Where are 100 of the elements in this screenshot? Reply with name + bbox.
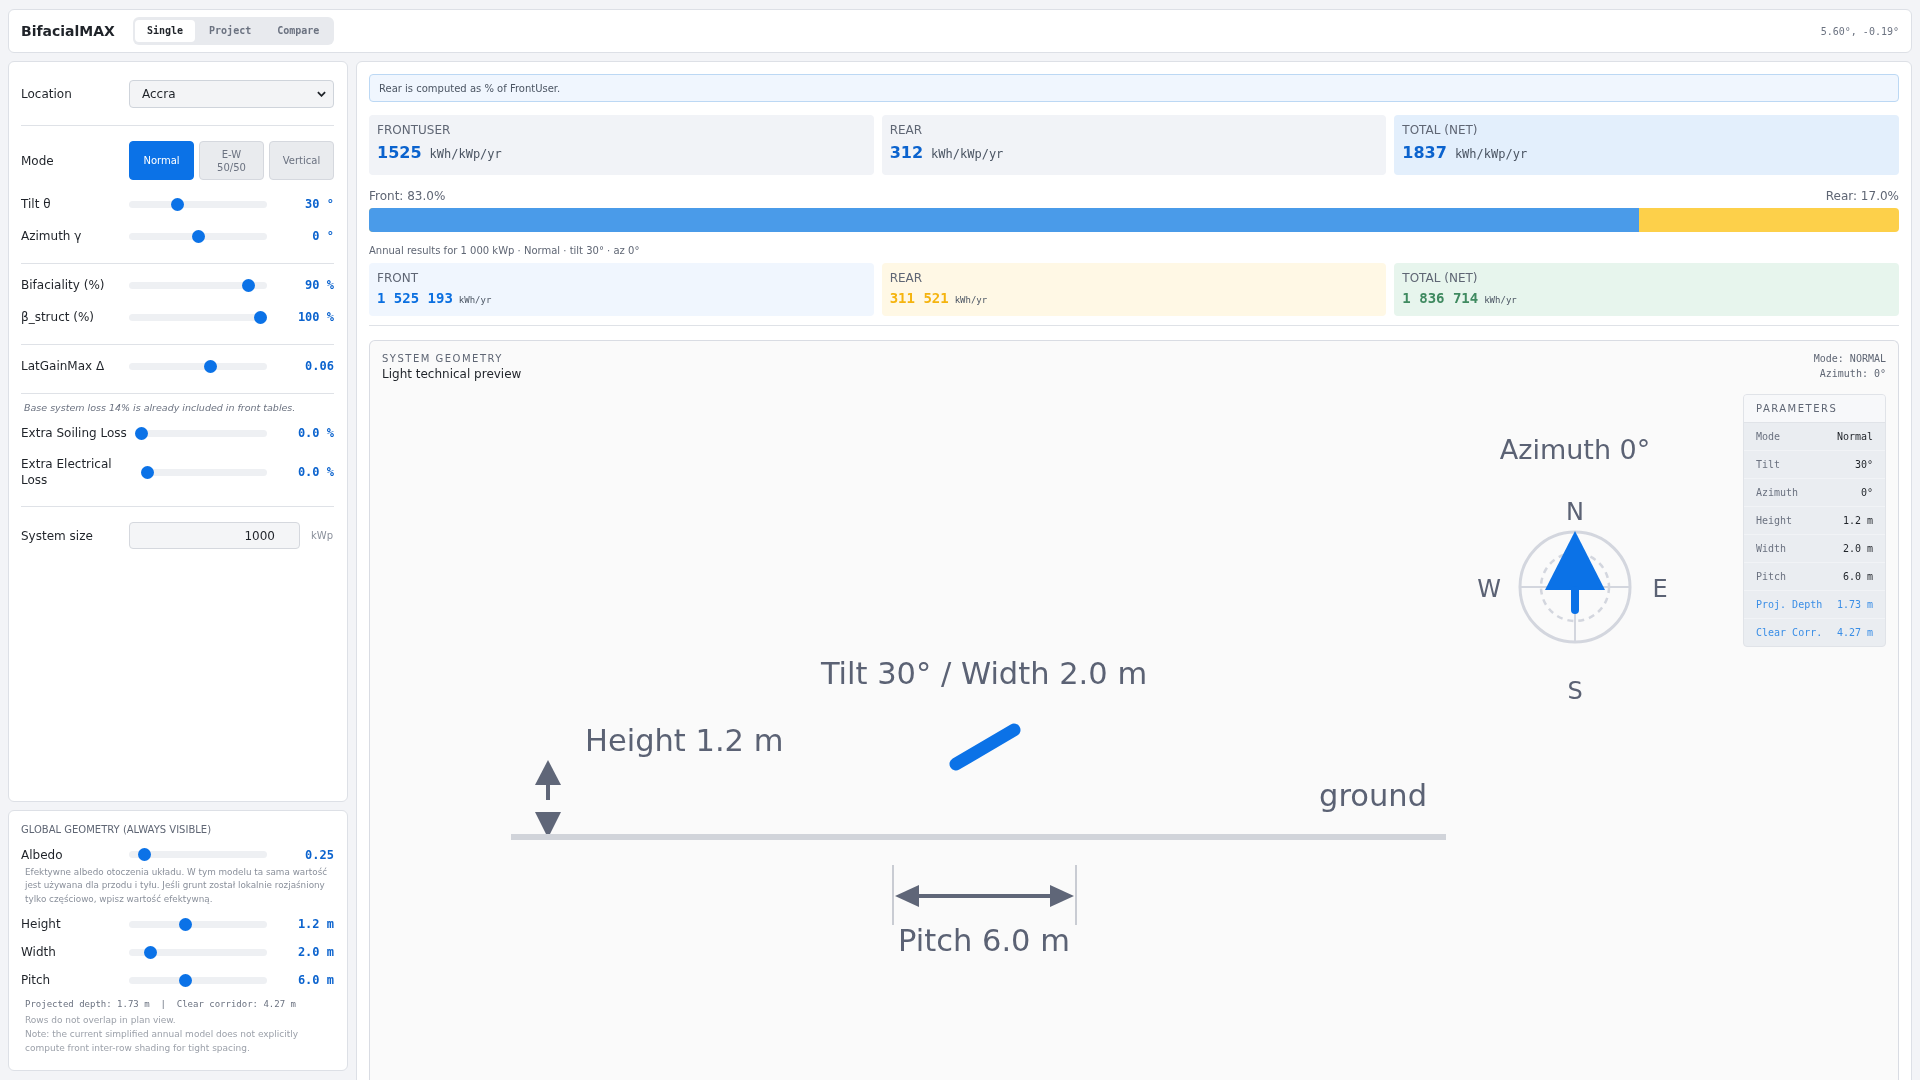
geometry-summary: Projected depth: 1.73 m | Clear corridor: 4.27 m bbox=[24, 998, 297, 1011]
parameter-name: Mode bbox=[1756, 431, 1781, 442]
parameter-value: Normal bbox=[1836, 431, 1873, 442]
slider-thumb[interactable] bbox=[134, 426, 148, 440]
compass-direction-label: S bbox=[1567, 677, 1583, 705]
slider-track[interactable] bbox=[129, 197, 267, 211]
slider-track[interactable] bbox=[129, 310, 267, 324]
slider-value: 0.06 bbox=[304, 359, 334, 373]
unit-label: kWh/yr bbox=[1484, 294, 1517, 307]
compass-direction-label: N bbox=[1566, 498, 1584, 526]
field-label: Width bbox=[21, 944, 57, 960]
field-label: Extra Soiling Loss bbox=[21, 425, 127, 441]
parameter-value: 1.2 m bbox=[1842, 515, 1873, 526]
system-size-input[interactable]: 1000 bbox=[129, 522, 300, 549]
field-label: Mode bbox=[21, 152, 55, 169]
parameter-name: Tilt bbox=[1756, 459, 1781, 470]
annual-value: 1 836 714 bbox=[1402, 289, 1479, 307]
mode-button[interactable]: Vertical bbox=[269, 141, 334, 180]
coordinates-text: 5.60°, -0.19° bbox=[1820, 25, 1899, 37]
unit-label: kWh/kWp/yr bbox=[931, 146, 1004, 163]
annual-caption: Annual results for 1 000 kWp · Normal · tilt 30° · az 0° bbox=[369, 244, 641, 258]
parameter-value: 2.0 m bbox=[1842, 543, 1873, 554]
mode-button[interactable]: E-W 50/50 bbox=[199, 141, 264, 180]
slider-thumb[interactable] bbox=[144, 945, 157, 959]
slider-value: 30 ° bbox=[304, 197, 334, 211]
slider-value: 0 ° bbox=[311, 229, 334, 243]
slider-value: 0.25 bbox=[304, 847, 334, 862]
field-label: System size bbox=[21, 527, 94, 544]
tilt-width-label: Tilt 30° / Width 2.0 m bbox=[820, 656, 1148, 691]
slider-thumb[interactable] bbox=[179, 917, 192, 931]
slider-thumb[interactable] bbox=[170, 197, 184, 211]
slider-thumb[interactable] bbox=[179, 973, 192, 987]
solar-panel-bar bbox=[949, 723, 1021, 771]
unit-label: kWh/kWp/yr bbox=[1454, 146, 1528, 163]
slider-track[interactable] bbox=[129, 917, 267, 931]
yield-value: 1525 bbox=[377, 143, 422, 163]
slider-value: 90 % bbox=[304, 278, 334, 292]
slider-thumb[interactable] bbox=[137, 848, 151, 861]
parameter-name: Azimuth bbox=[1756, 487, 1799, 498]
slider-thumb[interactable] bbox=[191, 229, 205, 243]
slider-thumb[interactable] bbox=[241, 278, 255, 292]
slider-value: 1.2 m bbox=[296, 917, 334, 931]
location-select[interactable]: Accra bbox=[129, 80, 334, 108]
unit-label: kWh/yr bbox=[954, 294, 988, 307]
slider-value: 0.0 % bbox=[296, 426, 334, 440]
view-tab[interactable]: Compare bbox=[265, 20, 332, 42]
field-label: Tilt θ bbox=[21, 196, 52, 212]
view-tab[interactable]: Single bbox=[134, 20, 196, 42]
height-label: Height 1.2 m bbox=[585, 723, 784, 758]
section-title: GLOBAL GEOMETRY (ALWAYS VISIBLE) bbox=[21, 823, 213, 836]
card-label: REAR bbox=[889, 123, 924, 137]
section-subtitle: Light technical preview bbox=[382, 367, 522, 381]
slider-track[interactable] bbox=[129, 973, 267, 987]
field-label: β_struct (%) bbox=[21, 309, 96, 325]
slider-track[interactable] bbox=[129, 229, 267, 243]
parameter-name: Height bbox=[1756, 515, 1793, 526]
yield-value: 312 bbox=[889, 143, 924, 163]
ground-label: ground bbox=[1319, 778, 1427, 813]
card-label: TOTAL (NET) bbox=[1402, 123, 1479, 137]
slider-track[interactable] bbox=[129, 848, 267, 861]
slider-track[interactable] bbox=[141, 465, 267, 479]
annual-value: 1 525 193 bbox=[377, 289, 453, 307]
field-label: LatGainMax Δ bbox=[21, 358, 106, 374]
slider-value: 2.0 m bbox=[296, 945, 334, 959]
parameter-value: 30° bbox=[1854, 459, 1873, 470]
chevron-icon bbox=[317, 91, 326, 97]
app-title: BifacialMAX bbox=[21, 23, 115, 39]
slider-track[interactable] bbox=[134, 426, 267, 440]
card-label: FRONTUSER bbox=[377, 123, 452, 137]
slider-track[interactable] bbox=[129, 278, 267, 292]
slider-thumb[interactable] bbox=[254, 310, 267, 324]
mode-button[interactable]: Normal bbox=[129, 141, 194, 180]
parameter-value: 1.73 m bbox=[1836, 599, 1873, 610]
field-label: Bifaciality (%) bbox=[21, 277, 106, 293]
rear-share-label: Rear: 17.0% bbox=[1825, 189, 1899, 203]
slider-thumb[interactable] bbox=[141, 465, 154, 479]
parameter-name: Proj. Depth bbox=[1756, 599, 1823, 610]
parameter-name: Width bbox=[1756, 543, 1787, 554]
azimuth-label: Azimuth 0° bbox=[1499, 434, 1651, 465]
parameter-name: Clear Corr. bbox=[1756, 627, 1823, 638]
unit-label: kWh/kWp/yr bbox=[429, 146, 502, 163]
compass-direction-label: E bbox=[1652, 575, 1668, 603]
overlap-status: Rows do not overlap in plan view. bbox=[24, 1014, 177, 1027]
slider-track[interactable] bbox=[129, 359, 267, 373]
field-label: Height bbox=[21, 916, 62, 932]
slider-thumb[interactable] bbox=[204, 359, 217, 373]
slider-track[interactable] bbox=[129, 945, 267, 959]
parameter-value: 0° bbox=[1860, 487, 1873, 498]
compass-direction-label: W bbox=[1477, 575, 1501, 603]
loss-note: Base system loss 14% is already included in front tables. bbox=[23, 402, 297, 414]
unit-label: kWh/yr bbox=[458, 294, 492, 307]
pitch-label: Pitch 6.0 m bbox=[898, 923, 1070, 958]
card-label: TOTAL (NET) bbox=[1402, 271, 1479, 285]
slider-value: 6.0 m bbox=[296, 973, 334, 987]
view-tab[interactable]: Project bbox=[197, 20, 264, 42]
azimuth-readout: Azimuth: 0° bbox=[1819, 367, 1886, 381]
card-label: FRONT bbox=[377, 271, 419, 285]
unit-label: kWp bbox=[311, 530, 334, 541]
parameter-value: 6.0 m bbox=[1842, 571, 1873, 582]
model-note: Note: the current simplified annual model does not explicitly compute front inter-row shading for tight spacing. bbox=[24, 1028, 300, 1055]
